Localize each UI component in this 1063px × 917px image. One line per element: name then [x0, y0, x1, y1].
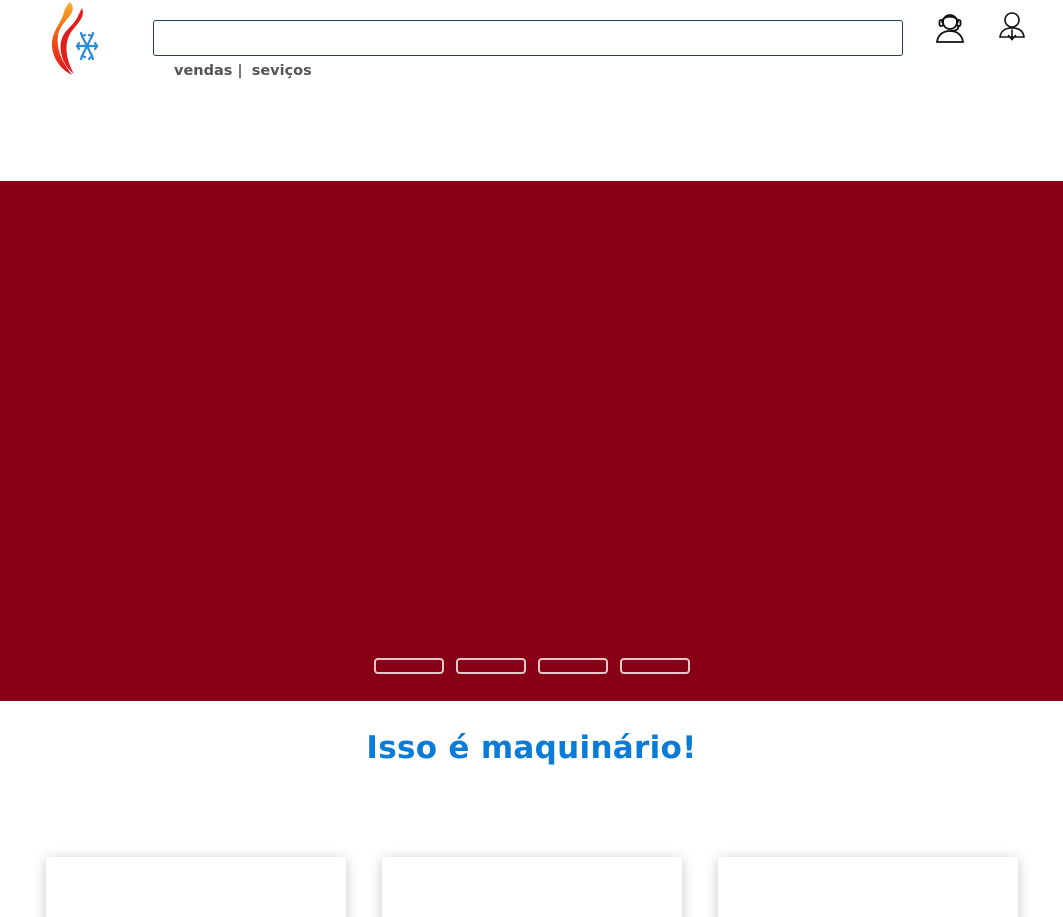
user-account-icon — [999, 12, 1025, 41]
headset-support-icon — [935, 14, 965, 43]
nav-separator: | — [237, 63, 243, 79]
account-button[interactable] — [998, 11, 1026, 43]
top-nav: vendas | seviços — [174, 61, 312, 81]
support-button[interactable] — [933, 10, 967, 44]
flame-snowflake-logo-icon — [51, 2, 99, 75]
page: vendas | seviços Isso é maquinário! — [0, 0, 1063, 917]
search-input[interactable] — [153, 20, 903, 56]
carousel-indicator-4[interactable] — [620, 658, 690, 674]
nav-link-vendas[interactable]: vendas — [174, 63, 232, 79]
nav-link-servicos[interactable]: seviços — [252, 63, 312, 79]
product-card[interactable] — [718, 857, 1018, 917]
carousel-indicator-1[interactable] — [374, 658, 444, 674]
product-card[interactable] — [46, 857, 346, 917]
carousel-indicator-2[interactable] — [456, 658, 526, 674]
hero-carousel — [0, 181, 1063, 701]
section-title: Isso é maquinário! — [366, 730, 697, 766]
carousel-indicators — [374, 658, 690, 674]
site-header: vendas | seviços — [0, 0, 1063, 181]
product-card[interactable] — [382, 857, 682, 917]
carousel-indicator-3[interactable] — [538, 658, 608, 674]
site-logo[interactable] — [50, 2, 100, 78]
